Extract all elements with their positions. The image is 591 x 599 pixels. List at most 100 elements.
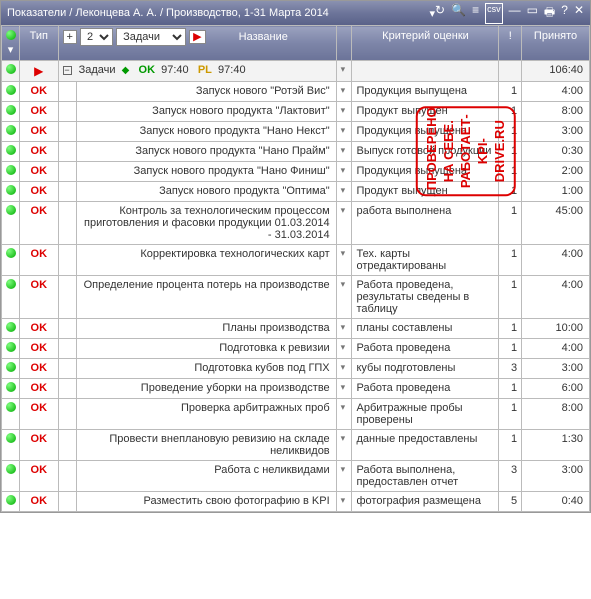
row-excl: 1 <box>499 142 522 162</box>
tasks-select[interactable]: Задачи <box>116 28 186 46</box>
go-button[interactable]: ▶ <box>189 30 205 44</box>
col-name[interactable]: Название <box>239 31 288 43</box>
col-status[interactable]: ▾ <box>2 26 20 61</box>
table-row[interactable]: OKЗапуск нового продукта "Оптима"▾Продук… <box>2 182 590 202</box>
table-row[interactable]: OKЗапуск нового продукта "Нано Финиш"▾Пр… <box>2 162 590 182</box>
dropdown-icon[interactable]: ▾ <box>336 202 352 245</box>
table-row[interactable]: OKПроведение уборки на производстве▾Рабо… <box>2 379 590 399</box>
close-icon[interactable]: ✕ <box>574 3 584 24</box>
row-name: Подготовка к ревизии <box>76 339 336 359</box>
dropdown-icon[interactable]: ▾ <box>336 399 352 430</box>
row-excl: 1 <box>499 122 522 142</box>
table-row[interactable]: OKРабота с неликвидами▾Работа выполнена,… <box>2 461 590 492</box>
play-icon[interactable]: ▶ <box>34 64 43 78</box>
table-row[interactable]: OKЗапуск нового "Ротэй Вис"▾Продукция вы… <box>2 82 590 102</box>
status-dot-icon <box>6 30 16 40</box>
row-name: Запуск нового продукта "Оптима" <box>76 182 336 202</box>
row-accepted: 1:30 <box>522 430 590 461</box>
table-row[interactable]: OKЗапуск нового продукта "Лактовит"▾Прод… <box>2 102 590 122</box>
row-status: OK <box>31 495 48 507</box>
dropdown-icon[interactable]: ▾ <box>336 162 352 182</box>
row-accepted: 6:00 <box>522 379 590 399</box>
add-button[interactable]: + <box>63 30 77 44</box>
status-dot-icon <box>6 402 16 412</box>
restore-icon[interactable]: ▭ <box>527 3 538 24</box>
col-excl[interactable]: ! <box>499 26 522 61</box>
summary-ok-time: 97:40 <box>161 64 189 76</box>
dropdown-icon[interactable]: ▾ <box>336 430 352 461</box>
status-dot-icon <box>6 495 16 505</box>
collapse-icon[interactable]: − <box>63 66 72 75</box>
row-name: Определение процента потерь на производс… <box>76 276 336 319</box>
row-criteria: Арбитражные пробы проверены <box>352 399 499 430</box>
dropdown-icon[interactable]: ▾ <box>336 182 352 202</box>
row-criteria: Продукция выпущена <box>352 162 499 182</box>
row-accepted: 1:00 <box>522 182 590 202</box>
row-excl: 1 <box>499 379 522 399</box>
table-row[interactable]: OKЗапуск нового продукта "Нано Некст"▾Пр… <box>2 122 590 142</box>
dropdown-icon[interactable]: ▾ <box>336 82 352 102</box>
row-excl: 1 <box>499 276 522 319</box>
diamond-icon: ◆ <box>122 65 130 76</box>
dropdown-icon[interactable]: ▾ <box>336 122 352 142</box>
col-dd <box>336 26 352 61</box>
col-accepted[interactable]: Принято <box>522 26 590 61</box>
dropdown-icon[interactable]: ▾ <box>336 339 352 359</box>
app-window: Показатели / Леконцева А. А. / Производс… <box>0 0 591 513</box>
dropdown-icon[interactable]: ▾ <box>336 142 352 162</box>
data-table: ▾ Тип + 2 Задачи ▶ Название Критерий оце… <box>1 25 590 512</box>
search-icon[interactable]: 🔍 <box>451 3 466 24</box>
table-row[interactable]: OKКонтроль за технологическим процессом … <box>2 202 590 245</box>
csv-icon[interactable]: csv <box>485 3 503 24</box>
dropdown-icon[interactable]: ▾ <box>336 492 352 512</box>
table-row[interactable]: OKПроверка арбитражных проб▾Арбитражные … <box>2 399 590 430</box>
row-name: Запуск нового продукта "Нано Прайм" <box>76 142 336 162</box>
row-status: OK <box>31 279 48 291</box>
row-status: OK <box>31 85 48 97</box>
table-row[interactable]: OK Запуск нового продукта "Нано Прайм"▾Вы… <box>2 142 590 162</box>
col-type[interactable]: Тип <box>20 26 58 61</box>
table-row[interactable]: OKПодготовка к ревизии▾Работа проведена1… <box>2 339 590 359</box>
dropdown-icon[interactable]: ▾ <box>336 359 352 379</box>
summary-pl-time: 97:40 <box>218 64 246 76</box>
row-criteria: фотография размещена <box>352 492 499 512</box>
row-criteria: Работа проведена, результаты сведены в т… <box>352 276 499 319</box>
status-dot-icon <box>6 145 16 155</box>
status-dot-icon <box>6 205 16 215</box>
row-status: OK <box>31 322 48 334</box>
summary-label: Задачи <box>79 64 116 76</box>
dropdown-icon[interactable]: ▾ <box>336 319 352 339</box>
row-criteria: работа выполнена <box>352 202 499 245</box>
table-row[interactable]: OKПланы производства▾планы составлены110… <box>2 319 590 339</box>
table-row[interactable]: OKРазместить свою фотографию в KPI▾фотог… <box>2 492 590 512</box>
table-row[interactable]: OK Определение процента потерь на произво… <box>2 276 590 319</box>
help-icon[interactable]: ? <box>561 3 568 24</box>
list-icon[interactable]: ≡ <box>472 3 479 24</box>
row-name: Запуск нового продукта "Лактовит" <box>76 102 336 122</box>
table-row[interactable]: OKПодготовка кубов под ГПХ▾кубы подготов… <box>2 359 590 379</box>
row-accepted: 3:00 <box>522 122 590 142</box>
dropdown-icon[interactable]: ▾ <box>336 276 352 319</box>
minimize-icon[interactable]: — <box>509 3 521 24</box>
row-status: OK <box>31 248 48 260</box>
col-criteria[interactable]: Критерий оценки <box>352 26 499 61</box>
dropdown-icon[interactable]: ▾ <box>336 379 352 399</box>
dropdown-icon[interactable]: ▾ <box>336 461 352 492</box>
row-criteria: Выпуск готовой продукции <box>352 142 499 162</box>
row-criteria: Тех. карты отредактированы <box>352 245 499 276</box>
dropdown-icon[interactable]: ▾ <box>336 102 352 122</box>
dropdown-icon[interactable]: ▾ <box>336 245 352 276</box>
row-excl: 5 <box>499 492 522 512</box>
status-dot-icon <box>6 165 16 175</box>
row-excl: 1 <box>499 430 522 461</box>
row-accepted: 8:00 <box>522 102 590 122</box>
print-icon[interactable]: 🖶 <box>544 3 555 24</box>
refresh-icon[interactable]: ↻ <box>435 3 445 24</box>
dropdown-icon[interactable]: ▾ <box>336 61 352 82</box>
table-row[interactable]: OKКорректировка технологических карт▾Тех… <box>2 245 590 276</box>
row-status: OK <box>31 145 48 157</box>
status-dot-icon <box>6 322 16 332</box>
num-select[interactable]: 2 <box>80 28 113 46</box>
row-accepted: 3:00 <box>522 461 590 492</box>
table-row[interactable]: OKПровести внеплановую ревизию на складе… <box>2 430 590 461</box>
